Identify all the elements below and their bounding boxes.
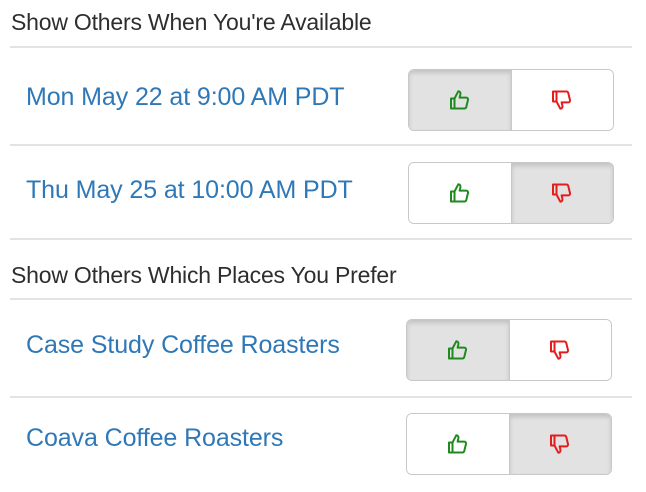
thumbs-up-button[interactable] [409,163,511,223]
thumbs-down-icon [550,340,570,360]
thumbs-up-icon [449,183,469,203]
thumbs-up-button[interactable] [407,320,509,380]
divider [10,144,632,146]
availability-heading: Show Others When You're Available [11,9,372,35]
time-option-link[interactable]: Thu May 25 at 10:00 AM PDT [26,176,353,205]
thumbs-down-icon [552,90,572,110]
thumbs-down-button[interactable] [510,70,613,130]
divider [10,298,632,300]
thumbs-up-button[interactable] [407,414,509,474]
divider [10,238,632,240]
divider [10,396,632,398]
place-option-link[interactable]: Case Study Coffee Roasters [26,331,340,360]
time-option-link[interactable]: Mon May 22 at 9:00 AM PDT [26,83,345,112]
vote-group [406,413,612,475]
place-option-link[interactable]: Coava Coffee Roasters [26,424,283,453]
thumbs-up-icon [447,434,467,454]
divider [10,46,632,48]
thumbs-down-button[interactable] [508,414,611,474]
thumbs-down-icon [550,434,570,454]
vote-group [408,162,614,224]
thumbs-up-button[interactable] [409,70,511,130]
thumbs-up-icon [449,90,469,110]
thumbs-down-button[interactable] [510,163,613,223]
thumbs-up-icon [447,340,467,360]
places-heading: Show Others Which Places You Prefer [11,262,397,288]
vote-group [408,69,614,131]
vote-group [406,319,612,381]
thumbs-down-button[interactable] [508,320,611,380]
thumbs-down-icon [552,183,572,203]
